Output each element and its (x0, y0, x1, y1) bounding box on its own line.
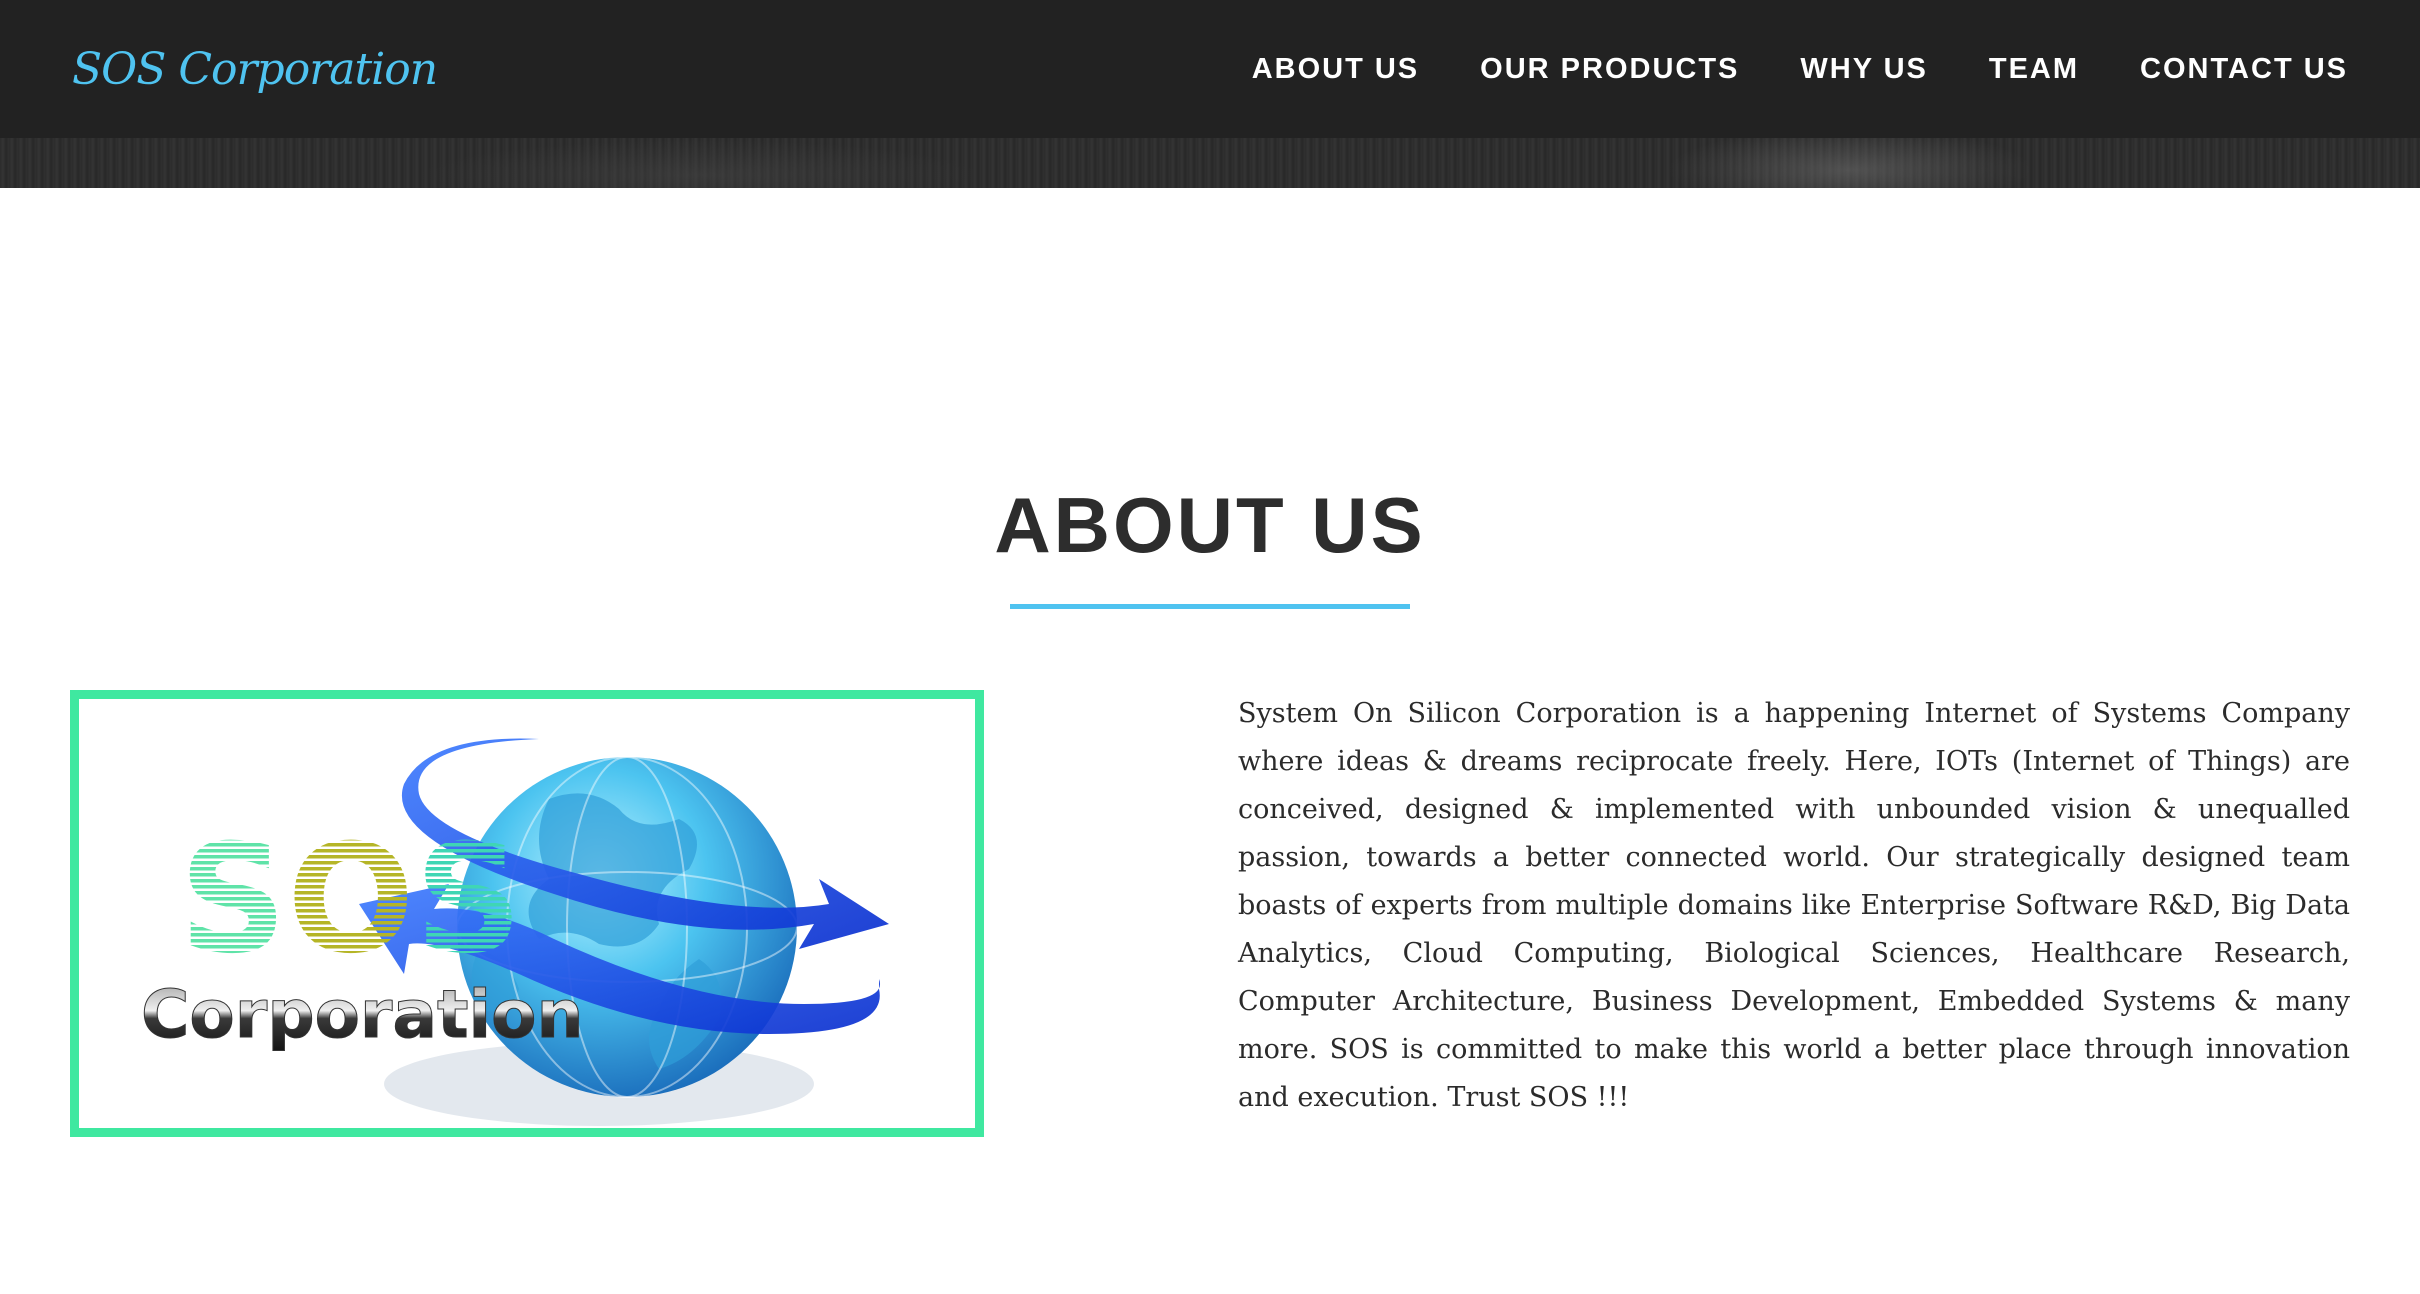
nav-link-why-us[interactable]: WHY US (1800, 53, 1927, 86)
logo-sos-wordmark: SOS (179, 813, 523, 987)
company-logo-image: SOS Corporation (70, 690, 984, 1137)
section-title: ABOUT US (994, 481, 1426, 569)
navbar: SOS Corporation ABOUT US OUR PRODUCTS WH… (0, 0, 2420, 138)
about-description: System On Silicon Corporation is a happe… (1238, 698, 2350, 1113)
nav-link-our-products[interactable]: OUR PRODUCTS (1480, 53, 1739, 86)
logo-corporation-text: Corporation (141, 976, 584, 1053)
nav-menu: ABOUT US OUR PRODUCTS WHY US TEAM CONTAC… (1252, 53, 2348, 86)
nav-link-about-us[interactable]: ABOUT US (1252, 53, 1419, 86)
logo-sos-text: SOS (179, 813, 523, 987)
nav-link-contact-us[interactable]: CONTACT US (2140, 53, 2348, 86)
brand-logo-link[interactable]: SOS Corporation (72, 44, 438, 95)
nav-link-team[interactable]: TEAM (1989, 53, 2079, 86)
title-underline (1010, 604, 1410, 609)
